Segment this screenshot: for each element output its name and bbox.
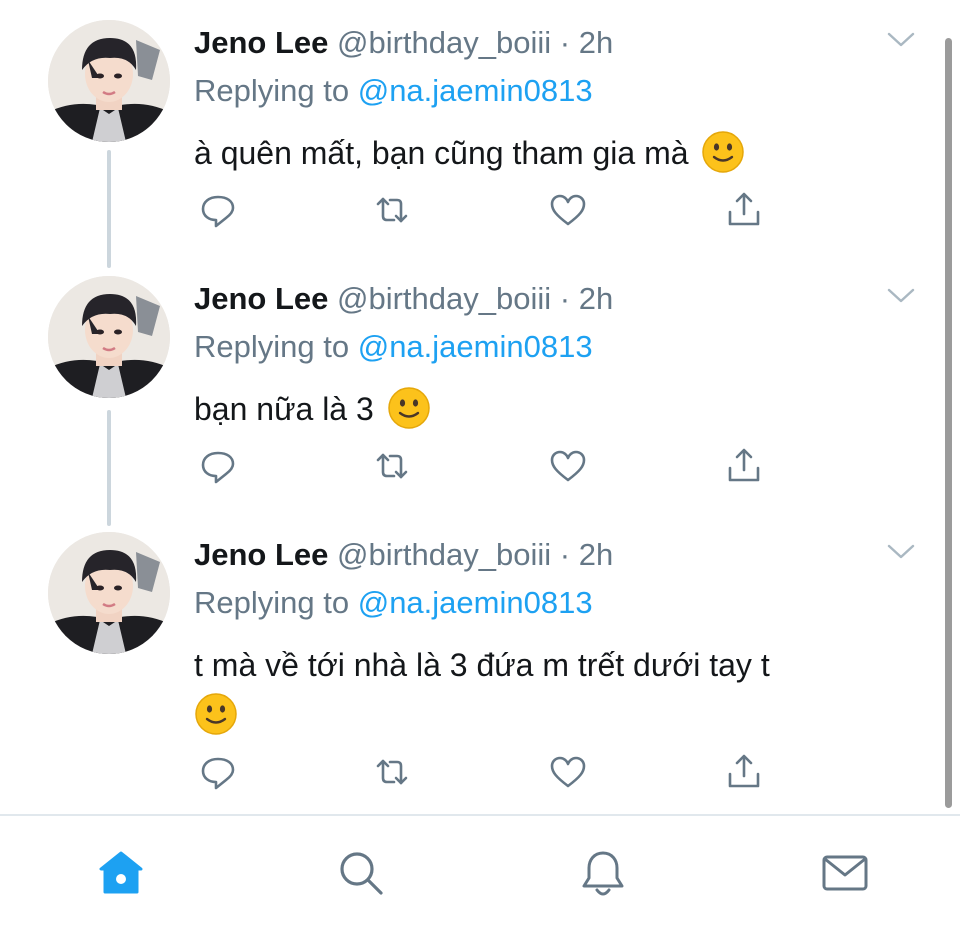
tweet-header: Jeno Lee @birthday_boiii · 2h bbox=[194, 24, 613, 62]
display-name[interactable]: Jeno Lee bbox=[194, 25, 328, 60]
like-icon[interactable] bbox=[546, 444, 590, 488]
user-handle[interactable]: @birthday_boiii bbox=[337, 25, 551, 60]
share-icon[interactable] bbox=[722, 444, 766, 488]
avatar[interactable] bbox=[48, 276, 170, 398]
tweet-actions bbox=[194, 188, 794, 232]
retweet-icon[interactable] bbox=[370, 188, 414, 232]
tweet-actions bbox=[194, 444, 794, 488]
tweet-body: à quên mất, bạn cũng tham gia mà bbox=[194, 135, 689, 171]
tweet[interactable]: Jeno Lee @birthday_boiii · 2h Replying t… bbox=[0, 512, 960, 808]
reply-icon[interactable] bbox=[196, 188, 240, 232]
share-icon[interactable] bbox=[722, 750, 766, 794]
tweet-text: à quên mất, bạn cũng tham gia mà bbox=[194, 128, 884, 178]
slightly-smiling-face-icon bbox=[701, 130, 745, 174]
timestamp[interactable]: 2h bbox=[579, 281, 613, 316]
mention-link[interactable]: @na.jaemin0813 bbox=[358, 73, 593, 108]
tweet-body: t mà về tới nhà là 3 đứa m trết dưới tay… bbox=[194, 647, 770, 683]
avatar[interactable] bbox=[48, 20, 170, 142]
tweet-text: t mà về tới nhà là 3 đứa m trết dưới tay… bbox=[194, 640, 884, 740]
tweet-header: Jeno Lee @birthday_boiii · 2h bbox=[194, 536, 613, 574]
separator: · bbox=[559, 537, 571, 572]
user-handle[interactable]: @birthday_boiii bbox=[337, 537, 551, 572]
tweet-text: bạn nữa là 3 bbox=[194, 384, 884, 434]
replying-to: Replying to @na.jaemin0813 bbox=[194, 584, 593, 622]
timestamp[interactable]: 2h bbox=[579, 25, 613, 60]
search-icon[interactable] bbox=[334, 846, 388, 900]
avatar[interactable] bbox=[48, 532, 170, 654]
tweet[interactable]: Jeno Lee @birthday_boiii · 2h Replying t… bbox=[0, 0, 960, 256]
scrollbar[interactable] bbox=[945, 38, 952, 808]
display-name[interactable]: Jeno Lee bbox=[194, 537, 328, 572]
replying-prefix: Replying to bbox=[194, 73, 350, 108]
timestamp[interactable]: 2h bbox=[579, 537, 613, 572]
messages-icon[interactable] bbox=[818, 846, 872, 900]
slightly-smiling-face-icon bbox=[194, 692, 238, 736]
replying-prefix: Replying to bbox=[194, 329, 350, 364]
tweet-header: Jeno Lee @birthday_boiii · 2h bbox=[194, 280, 613, 318]
chevron-down-icon[interactable] bbox=[886, 28, 916, 52]
notifications-icon[interactable] bbox=[576, 846, 630, 900]
home-icon[interactable] bbox=[94, 846, 148, 900]
display-name[interactable]: Jeno Lee bbox=[194, 281, 328, 316]
mention-link[interactable]: @na.jaemin0813 bbox=[358, 585, 593, 620]
chevron-down-icon[interactable] bbox=[886, 540, 916, 564]
share-icon[interactable] bbox=[722, 188, 766, 232]
retweet-icon[interactable] bbox=[370, 444, 414, 488]
retweet-icon[interactable] bbox=[370, 750, 414, 794]
replying-to: Replying to @na.jaemin0813 bbox=[194, 72, 593, 110]
separator: · bbox=[559, 25, 571, 60]
user-handle[interactable]: @birthday_boiii bbox=[337, 281, 551, 316]
slightly-smiling-face-icon bbox=[387, 386, 431, 430]
mention-link[interactable]: @na.jaemin0813 bbox=[358, 329, 593, 364]
reply-icon[interactable] bbox=[196, 750, 240, 794]
bottom-tab-bar bbox=[0, 814, 960, 930]
replying-to: Replying to @na.jaemin0813 bbox=[194, 328, 593, 366]
chevron-down-icon[interactable] bbox=[886, 284, 916, 308]
tweet-actions bbox=[194, 750, 794, 794]
tweet[interactable]: Jeno Lee @birthday_boiii · 2h Replying t… bbox=[0, 256, 960, 512]
replying-prefix: Replying to bbox=[194, 585, 350, 620]
tweet-body: bạn nữa là 3 bbox=[194, 391, 374, 427]
like-icon[interactable] bbox=[546, 750, 590, 794]
separator: · bbox=[559, 281, 571, 316]
reply-icon[interactable] bbox=[196, 444, 240, 488]
like-icon[interactable] bbox=[546, 188, 590, 232]
